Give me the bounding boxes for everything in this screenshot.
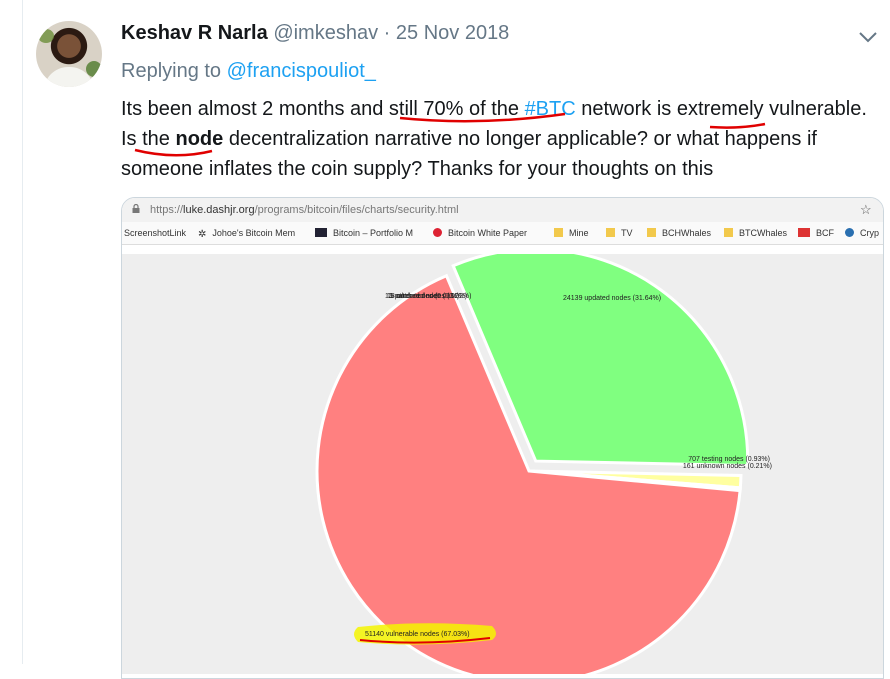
hashtag-link[interactable]: #BTC [525,98,576,120]
slice-label: 24139 updated nodes (31.64%) [563,295,661,302]
glyph-icon: ✲ [198,229,207,240]
bookmark-item: Mine [554,228,589,238]
author-handle[interactable]: @imkeshav [273,22,378,44]
bookmarks-bar: ScreenshotLink ✲ Johoe's Bitcoin Mem Bitc… [122,222,883,245]
bookmark-item: TV [606,228,633,238]
slice-label: 707 testing nodes (0.93%) [688,456,770,463]
bookmark-label: Bitcoin White Paper [448,228,528,238]
folder-icon [724,228,733,237]
bookmark-item: BCF [798,228,834,238]
tweet-text-part: decentralization narrative no longer app… [121,128,817,180]
bold-word: node [175,128,224,150]
bookmark-label: Mine [569,228,589,238]
pie-chart: 24139 updated nodes (31.64%) 707 testing … [315,254,772,674]
red-badge-icon [798,228,810,237]
bookmark-item: Cryp [845,228,879,238]
bookmark-label: Johoe's Bitcoin Mem [212,228,296,238]
author-name[interactable]: Keshav R Narla [121,22,268,44]
bookmark-item: ✲ Johoe's Bitcoin Mem [198,228,296,240]
replying-prefix: Replying to [121,60,222,82]
tweet-text-part: Its been almost 2 months and still 70% o… [121,98,525,120]
replying-to: Replying to @francispouliot_ [121,60,376,83]
timeline-divider [22,0,23,664]
url-path: /programs/bitcoin/files/charts/security.… [254,204,459,216]
chili-icon [433,228,442,237]
sc-icon [315,228,327,237]
lock-body [132,208,140,213]
url-scheme: https:// [150,204,184,216]
bookmark-item: Bitcoin White Paper [433,228,527,238]
page-url: https://luke.dashjr.org/programs/bitcoin… [150,204,459,216]
bookmark-item: ScreenshotLink [124,228,186,238]
bookmark-label: Cryp [860,228,880,238]
url-host: luke.dashjr.org [183,204,255,216]
bookmark-star-icon: ☆ [860,202,872,217]
slice-label: 51140 vulnerable nodes (67.03%) [365,631,470,638]
tweet-date[interactable]: 25 Nov 2018 [396,22,509,44]
chevron-down-icon[interactable] [857,30,879,44]
bookmark-item: BTCWhales [724,228,787,238]
bookmark-label: ScreenshotLink [124,228,187,238]
slice-label: 161 unknown nodes (0.21%) [683,463,772,470]
folder-icon [606,228,615,237]
bookmark-label: BTCWhales [739,228,788,238]
tweet-text: Its been almost 2 months and still 70% o… [121,94,881,184]
bookmark-label: BCF [816,228,834,238]
separator-dot: · [383,22,391,44]
tweet-header: Keshav R Narla @imkeshav · 25 Nov 2018 [121,22,509,45]
avatar-foliage [38,29,54,43]
replying-to-link[interactable]: @francispouliot_ [227,60,376,82]
tweet-media-screenshot[interactable]: https://luke.dashjr.org/programs/bitcoin… [121,197,884,679]
bookmark-label: BCHWhales [662,228,712,238]
lock-icon [132,204,140,213]
bookmark-label: Bitcoin – Portfolio M [333,228,414,238]
slice-label: 5 other nodes (0.01%) [390,293,459,300]
chevron-stroke [859,32,877,43]
bookmark-item: Bitcoin – Portfolio M [315,228,413,238]
folder-icon [554,228,563,237]
coin-icon [845,228,854,237]
pie-chart-area: 24139 updated nodes (31.64%) 707 testing … [122,254,883,674]
avatar[interactable] [36,21,102,87]
bookmark-label: TV [621,228,633,238]
bookmark-item: BCHWhales [647,228,711,238]
browser-url-bar: https://luke.dashjr.org/programs/bitcoin… [122,198,883,222]
folder-icon [647,228,656,237]
lock-shackle [133,204,139,208]
